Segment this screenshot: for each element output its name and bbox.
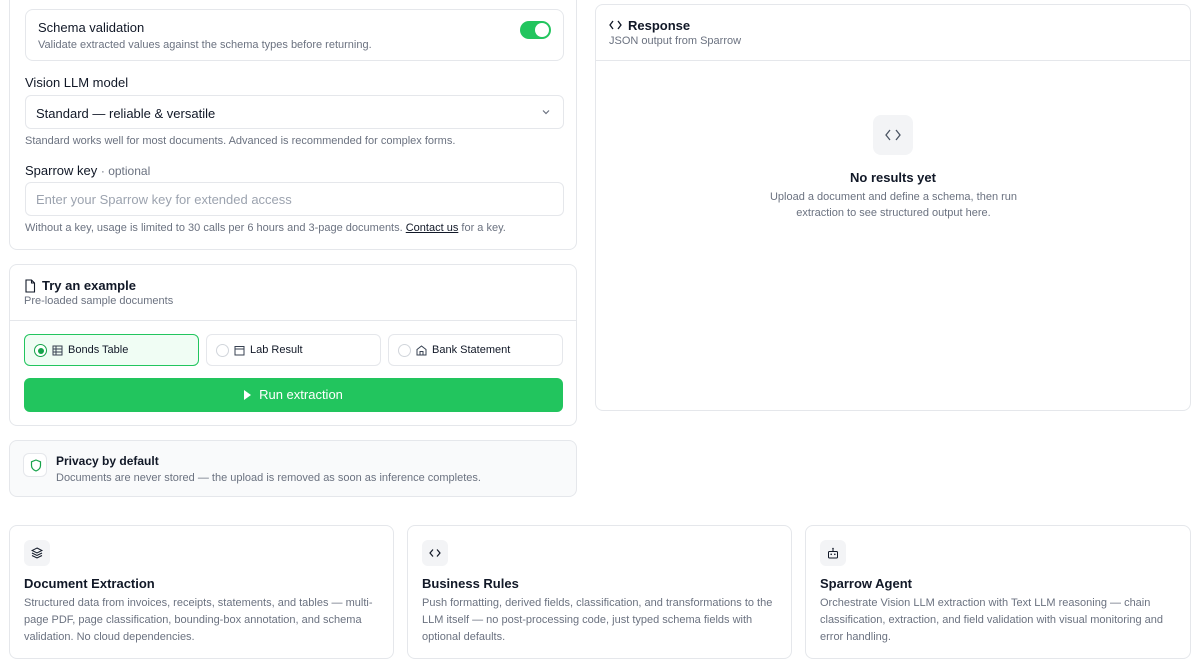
feature-card-sparrow-agent: Sparrow Agent Orchestrate Vision LLM ext… xyxy=(805,525,1191,659)
response-title: Response xyxy=(628,18,691,33)
file-icon xyxy=(25,279,36,293)
code-icon xyxy=(609,20,622,30)
example-option-bonds-table[interactable]: Bonds Table xyxy=(24,334,199,366)
schema-validation-toggle[interactable] xyxy=(520,21,551,39)
feature-icon-box xyxy=(422,540,448,566)
empty-state-icon-box xyxy=(873,115,913,155)
privacy-description: Documents are never stored — the upload … xyxy=(56,472,481,484)
feature-description: Structured data from invoices, receipts,… xyxy=(24,597,373,643)
extraction-settings-card: Schema validation Validate extracted val… xyxy=(9,0,577,250)
privacy-notice: Privacy by default Documents are never s… xyxy=(9,440,577,497)
model-helper-text: Standard works well for most documents. … xyxy=(25,135,456,147)
response-divider xyxy=(596,60,1190,61)
bank-icon xyxy=(416,345,427,356)
radio-button xyxy=(398,344,411,357)
response-subtitle: JSON output from Sparrow xyxy=(609,35,742,47)
key-helper-text: Without a key, usage is limited to 30 ca… xyxy=(25,222,506,234)
contact-us-link[interactable]: Contact us xyxy=(406,222,459,234)
example-option-label: Lab Result xyxy=(250,344,303,356)
response-panel: Response JSON output from Sparrow No res… xyxy=(595,4,1191,411)
feature-card-business-rules: Business Rules Push formatting, derived … xyxy=(407,525,792,659)
feature-title: Business Rules xyxy=(422,576,519,591)
model-select[interactable]: Standard — reliable & versatile xyxy=(25,95,564,129)
calendar-icon xyxy=(234,346,245,356)
examples-divider xyxy=(10,320,576,321)
key-label: Sparrow key · optional xyxy=(25,163,150,178)
examples-title: Try an example xyxy=(42,278,136,293)
privacy-title: Privacy by default xyxy=(56,454,159,468)
shield-icon-box xyxy=(23,453,47,477)
toggle-knob xyxy=(535,23,549,37)
table-icon xyxy=(52,345,63,356)
example-option-label: Bonds Table xyxy=(68,344,129,356)
shield-icon xyxy=(30,459,42,472)
key-label-text: Sparrow key xyxy=(25,163,98,178)
example-option-lab-result[interactable]: Lab Result xyxy=(206,334,381,366)
key-optional-text: · optional xyxy=(100,164,151,178)
feature-description: Push formatting, derived fields, classif… xyxy=(422,597,773,643)
schema-validation-description: Validate extracted values against the sc… xyxy=(38,39,372,51)
example-option-bank-statement[interactable]: Bank Statement xyxy=(388,334,563,366)
feature-description: Orchestrate Vision LLM extraction with T… xyxy=(820,597,1164,643)
schema-validation-row: Schema validation Validate extracted val… xyxy=(25,9,564,61)
examples-card: Try an example Pre-loaded sample documen… xyxy=(9,264,577,426)
sparrow-key-input[interactable] xyxy=(25,182,564,216)
schema-validation-title: Schema validation xyxy=(38,20,145,35)
robot-icon xyxy=(828,547,838,559)
feature-icon-box xyxy=(820,540,846,566)
chevron-down-icon xyxy=(542,110,550,115)
model-label: Vision LLM model xyxy=(25,75,129,90)
run-extraction-button[interactable]: Run extraction xyxy=(24,378,563,412)
run-extraction-label: Run extraction xyxy=(259,387,343,402)
empty-state-title: No results yet xyxy=(850,170,936,185)
play-icon xyxy=(244,389,252,400)
feature-icon-box xyxy=(24,540,50,566)
code-icon xyxy=(429,549,441,557)
code-icon xyxy=(885,129,901,141)
key-helper-suffix: for a key. xyxy=(461,222,506,234)
radio-button xyxy=(34,344,47,357)
feature-title: Document Extraction xyxy=(24,576,155,591)
empty-state-description: Upload a document and define a schema, t… xyxy=(769,191,1018,219)
radio-button xyxy=(216,344,229,357)
model-select-value: Standard — reliable & versatile xyxy=(36,106,216,121)
examples-subtitle: Pre-loaded sample documents xyxy=(24,295,174,307)
layers-icon xyxy=(31,547,43,559)
feature-card-document-extraction: Document Extraction Structured data from… xyxy=(9,525,394,659)
feature-title: Sparrow Agent xyxy=(820,576,912,591)
example-option-label: Bank Statement xyxy=(432,344,511,356)
key-helper-prefix: Without a key, usage is limited to 30 ca… xyxy=(25,222,403,234)
